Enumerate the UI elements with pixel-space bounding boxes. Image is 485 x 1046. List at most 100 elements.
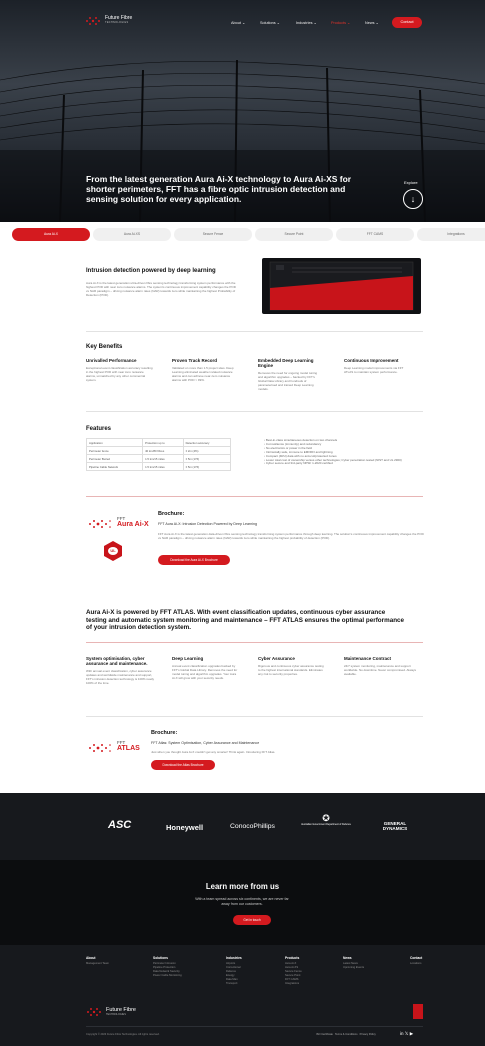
arrow-down-icon[interactable]: ↓ bbox=[403, 189, 423, 209]
brochure-heading: Brochure: bbox=[151, 730, 178, 736]
logo-dots-icon bbox=[89, 520, 111, 528]
divider bbox=[86, 331, 423, 332]
tab-aura-ai-xs[interactable]: Aura Ai-XS bbox=[93, 228, 171, 241]
atlas-item-title: System optimisation, cyber assurance and… bbox=[86, 656, 148, 666]
atlas-item-title: Deep Learning bbox=[172, 656, 204, 661]
logo-dots-icon bbox=[86, 17, 100, 25]
tab-secure-point[interactable]: Secure Point bbox=[255, 228, 333, 241]
footer-column: News Latest News Upcoming Events bbox=[343, 956, 383, 970]
table-cell: ± 5m (17ft) bbox=[182, 454, 232, 463]
client-logo-conocophillips: ConocoPhillips bbox=[230, 823, 275, 830]
product-hardware-image bbox=[262, 258, 421, 314]
copyright-text: Copyright © 2023 Future Fibre Technologi… bbox=[86, 1033, 160, 1036]
main-navigation: Future Fibre TECHNOLOGIES About ⌄ Soluti… bbox=[0, 0, 485, 42]
atlas-item-body: Rigorous and continuous cyber assurance … bbox=[258, 664, 324, 676]
brochure-body: FFT Aura Ai-X is the latest generation d… bbox=[158, 532, 424, 540]
iso-certificate-link[interactable]: ISO Certificate bbox=[316, 1033, 333, 1036]
divider bbox=[86, 411, 423, 412]
client-logo-honeywell: Honeywell bbox=[166, 823, 204, 832]
download-atlas-brochure-button[interactable]: Download the Atlas Brochure bbox=[151, 760, 215, 770]
contact-button[interactable]: Contact bbox=[392, 17, 422, 28]
footer-logo[interactable]: Future Fibre TECHNOLOGIES bbox=[86, 1006, 156, 1018]
nav-item-about[interactable]: About ⌄ bbox=[231, 20, 245, 25]
nav-item-news[interactable]: News ⌄ bbox=[365, 20, 379, 25]
benefits-heading: Key Benefits bbox=[86, 344, 123, 350]
tab-integrations[interactable]: Integrations bbox=[417, 228, 485, 241]
logo-label-bottom: Aura Ai-X bbox=[117, 521, 149, 528]
footer-link[interactable]: Management Team bbox=[86, 962, 126, 966]
benefit-body: Deep Learning model improvements via FFT… bbox=[344, 366, 404, 374]
footer-link[interactable]: Power Cable Monitoring bbox=[153, 974, 203, 978]
table-cell: 1.5 km/15 miles bbox=[142, 462, 184, 471]
features-heading: Features bbox=[86, 426, 112, 432]
nav-item-industries[interactable]: Industries ⌄ bbox=[296, 20, 317, 25]
footer-column: Products Aura Ai-X Aura Ai-XS Secure Fen… bbox=[285, 956, 325, 987]
terms-link[interactable]: Terms & Conditions bbox=[335, 1033, 358, 1036]
divider bbox=[86, 642, 423, 643]
atlas-item: System optimisation, cyber assurance and… bbox=[86, 656, 156, 685]
benefit-item: Continuous Improvement Deep Learning mod… bbox=[344, 358, 412, 374]
tab-aura-ai-x[interactable]: Aura Ai-X bbox=[12, 228, 90, 241]
footer-link[interactable]: Upcoming Events bbox=[343, 966, 383, 970]
divider bbox=[86, 496, 423, 497]
brochure-title: FFT Atlas: System Optimisation, Cyber As… bbox=[151, 741, 260, 745]
table-header: Application bbox=[85, 438, 144, 447]
features-table: Application Protection up to Detection a… bbox=[85, 438, 232, 471]
tab-secure-fence[interactable]: Secure Fence bbox=[174, 228, 252, 241]
logo-tagline: TECHNOLOGIES bbox=[105, 21, 129, 24]
tab-fft-cams[interactable]: FFT CAMS bbox=[336, 228, 414, 241]
brochure-body: Just when you thought Aura Ai-X couldn't… bbox=[151, 750, 276, 754]
benefit-title: Unrivalled Performance bbox=[86, 358, 137, 363]
footer-legal-links: ISO Certificate Terms & Conditions Priva… bbox=[316, 1033, 376, 1036]
intro-heading: Intrusion detection powered by deep lear… bbox=[86, 268, 216, 274]
logo-dots-icon bbox=[89, 744, 111, 752]
atlas-item: Maintenance Contract 24/7 system monitor… bbox=[344, 656, 424, 676]
hero-title: From the latest generation Aura Ai-X tec… bbox=[86, 174, 352, 204]
table-cell: Pipeline Cable Network bbox=[85, 462, 144, 471]
atlas-statement: Aura Ai-X is powered by FFT ATLAS. With … bbox=[86, 609, 405, 631]
get-in-touch-button[interactable]: Get in touch bbox=[233, 915, 271, 925]
brochure-title: FFT Aura Ai-X: Intrusion Detection Power… bbox=[158, 522, 258, 526]
fft-atlas-logo: FFT ATLAS bbox=[88, 740, 148, 760]
footer-heading: Contact bbox=[410, 956, 423, 960]
hero-section: Future Fibre TECHNOLOGIES About ⌄ Soluti… bbox=[0, 0, 485, 222]
benefit-body: Exceptional event classification accurac… bbox=[86, 366, 153, 382]
footer-column: Contact Locations bbox=[410, 956, 440, 966]
linkedin-icon[interactable]: in bbox=[400, 1031, 404, 1036]
table-header: Detection accuracy bbox=[182, 438, 232, 447]
footer-link[interactable]: Transport bbox=[226, 982, 266, 986]
logo-tagline: TECHNOLOGIES bbox=[106, 1013, 126, 1016]
client-logo-text: Australian Government Department of Defe… bbox=[301, 823, 351, 826]
privacy-link[interactable]: Privacy Policy bbox=[360, 1033, 376, 1036]
features-list: Best-in-class simultaneous detection on … bbox=[264, 438, 424, 466]
download-aura-brochure-button[interactable]: Download the Aura Ai-X Brochure bbox=[158, 555, 230, 565]
footer-heading: News bbox=[343, 956, 352, 960]
youtube-icon[interactable]: ▶ bbox=[410, 1031, 413, 1036]
client-logo-general-dynamics: GENERAL DYNAMICS bbox=[382, 821, 408, 831]
footer-link[interactable]: Integrations bbox=[285, 982, 325, 986]
divider bbox=[86, 1026, 423, 1027]
nav-item-solutions[interactable]: Solutions ⌄ bbox=[260, 20, 280, 25]
table-cell: ± 5m (17ft) bbox=[182, 462, 232, 471]
footer-link[interactable]: Locations bbox=[410, 962, 440, 966]
table-header: Protection up to bbox=[142, 438, 184, 447]
benefit-body: Removes the need for ongoing model tunin… bbox=[258, 371, 318, 391]
benefit-title: Proven Track Record bbox=[172, 358, 218, 363]
benefit-item: Proven Track Record Validated on more th… bbox=[172, 358, 240, 382]
certification-badge-icon bbox=[413, 1004, 423, 1019]
ul-certification-badge: UL bbox=[104, 541, 122, 561]
aura-ai-x-logo: FFT Aura Ai-X bbox=[88, 516, 149, 536]
intro-body: Aura Ai-X is the latest generation ultra… bbox=[86, 281, 236, 297]
atlas-item: Cyber Assurance Rigorous and continuous … bbox=[258, 656, 326, 676]
logo-label-bottom: ATLAS bbox=[117, 745, 140, 752]
twitter-icon[interactable]: 𝕏 bbox=[405, 1031, 409, 1036]
table-cell: Perimeter Buried bbox=[85, 454, 144, 463]
nav-item-products[interactable]: Products ⌄ bbox=[331, 20, 350, 25]
table-cell: Perimeter fence bbox=[85, 446, 144, 455]
table-header-row: Application Protection up to Detection a… bbox=[85, 438, 232, 447]
client-logo-australian-defence: ✪ Australian Government Department of De… bbox=[301, 813, 351, 841]
atlas-item-title: Maintenance Contract bbox=[344, 656, 392, 661]
footer-column: Solutions Perimeter Intrusion Pipeline P… bbox=[153, 956, 203, 978]
atlas-item-title: Cyber Assurance bbox=[258, 656, 295, 661]
benefit-item: Unrivalled Performance Exceptional event… bbox=[86, 358, 154, 382]
